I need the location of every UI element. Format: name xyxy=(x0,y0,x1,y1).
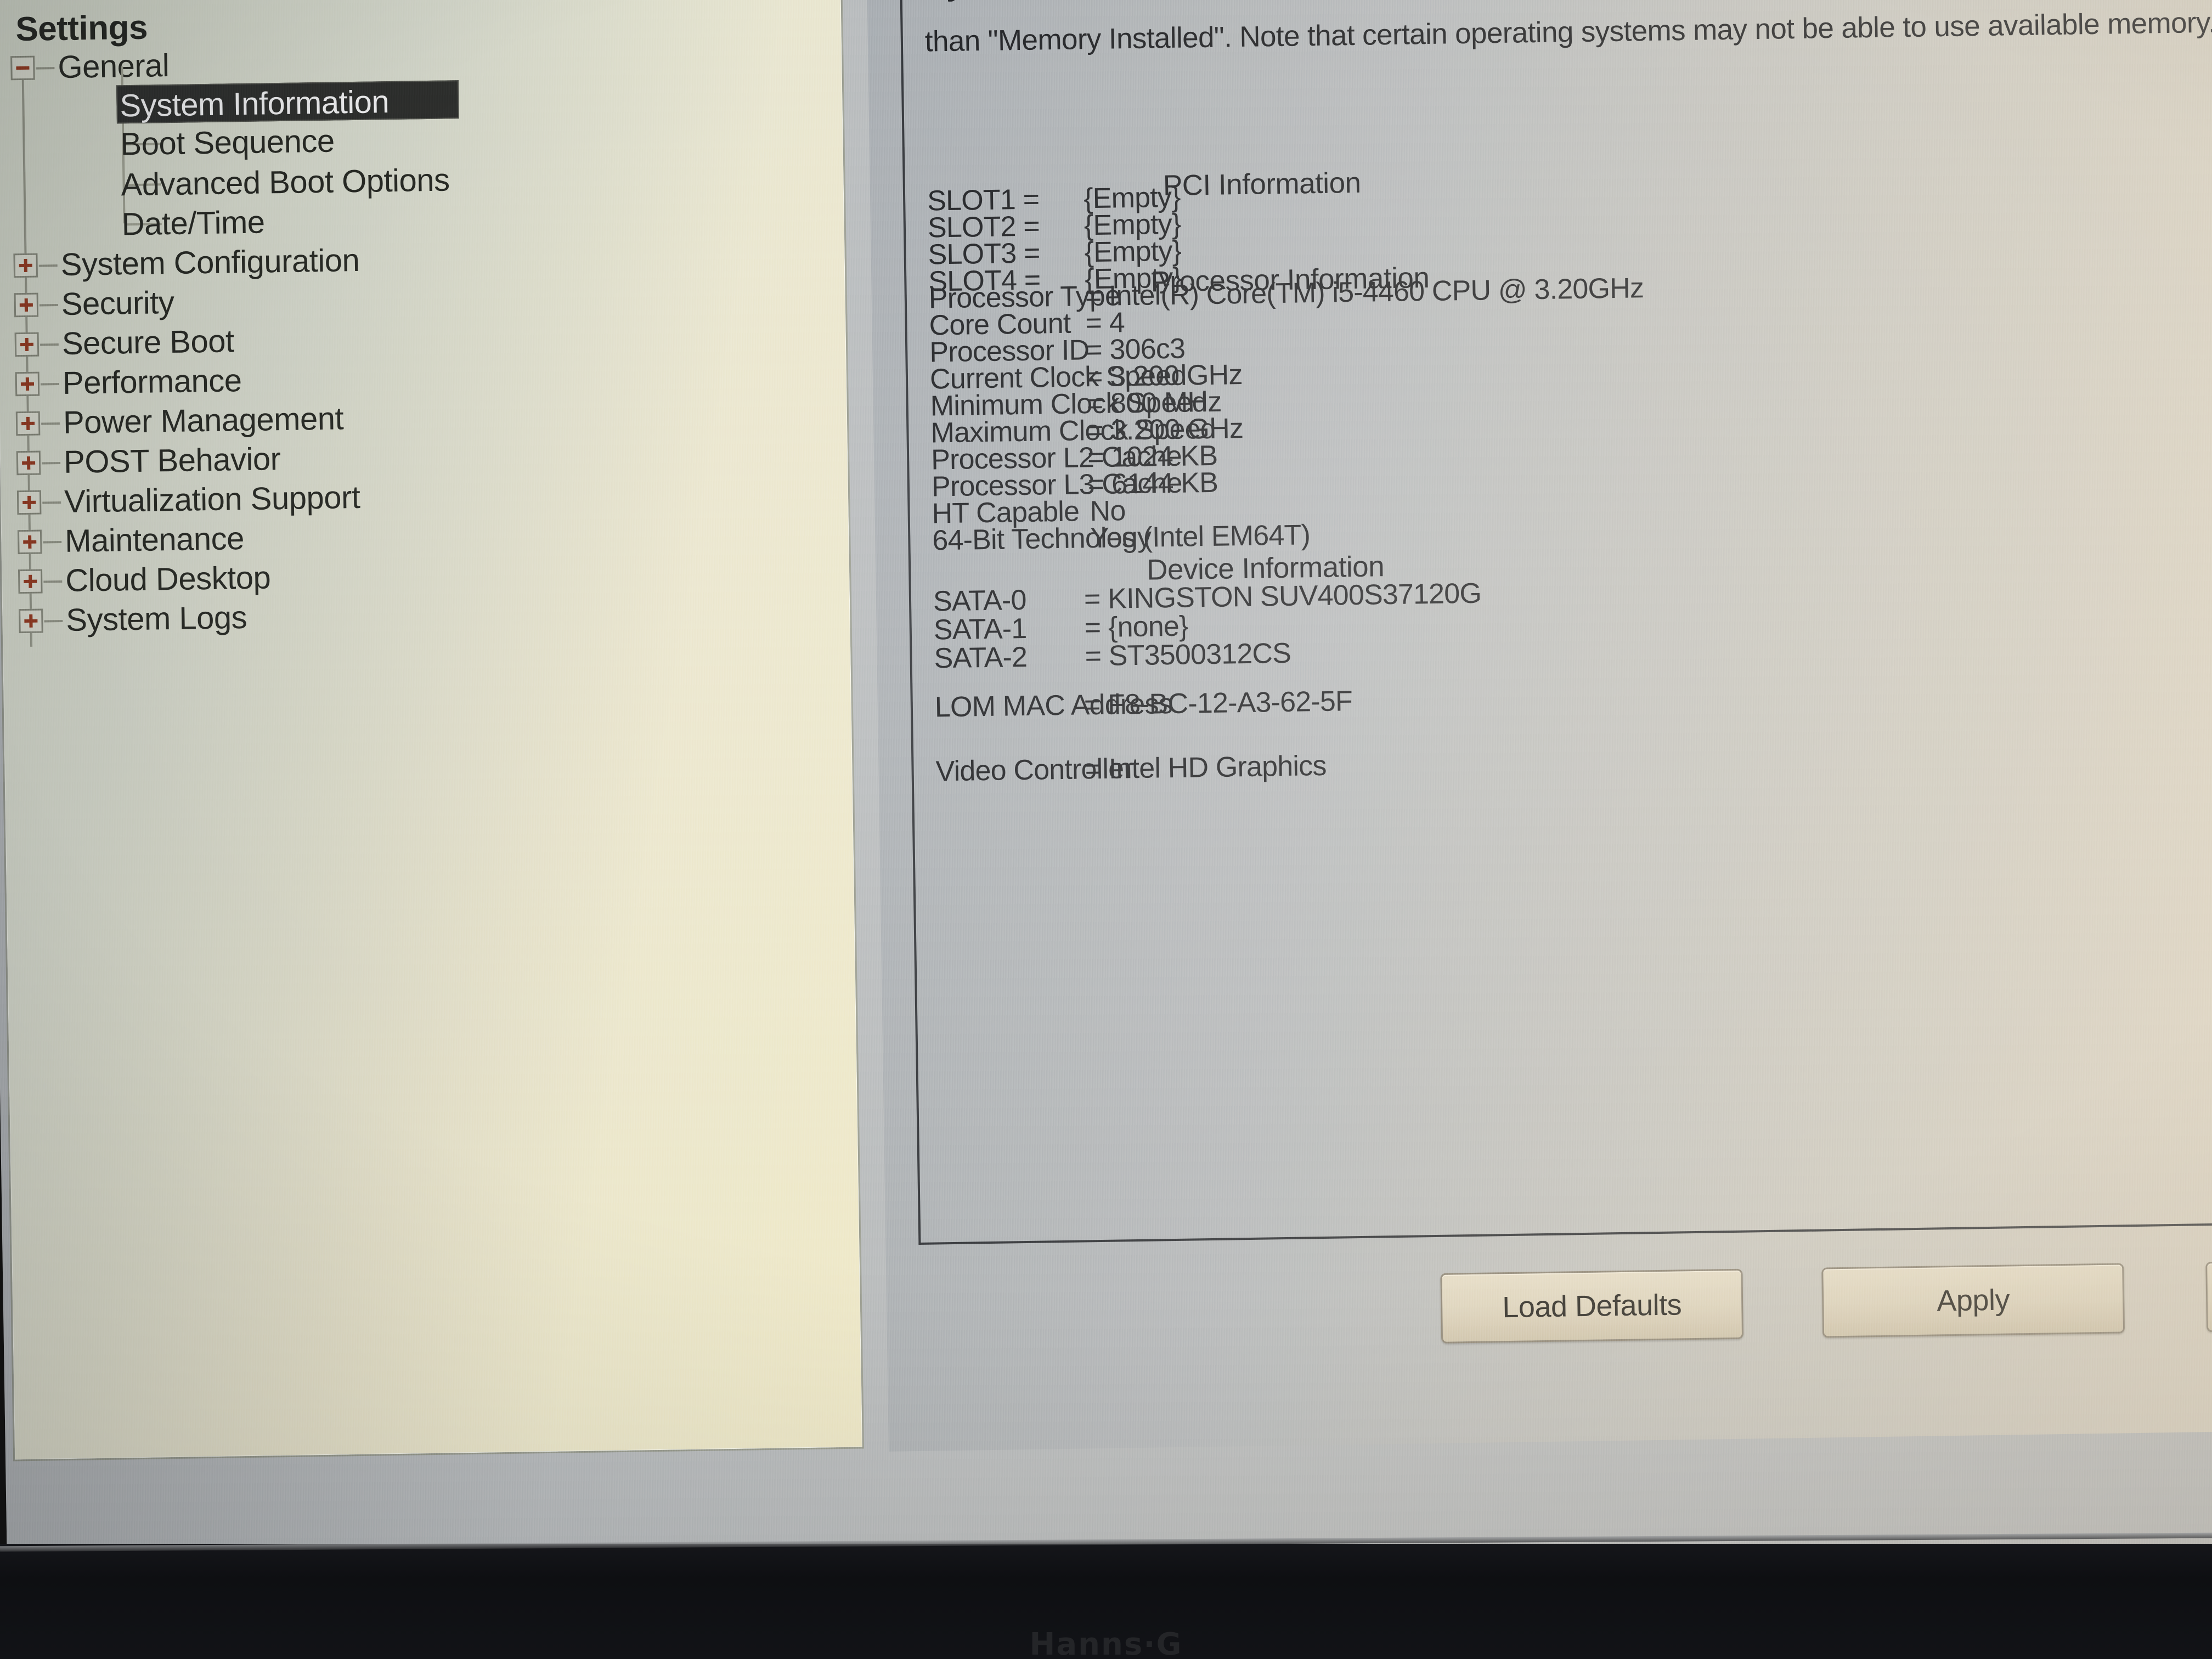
row-value: = Intel HD Graphics xyxy=(1085,749,1327,786)
sidebar-item-label: Advanced Boot Options xyxy=(121,162,450,203)
monitor-brand-logo: Hanns·G xyxy=(1029,1627,1183,1659)
sidebar-item-label: System Information xyxy=(119,84,390,124)
tree-connector xyxy=(43,541,62,544)
tree-connector xyxy=(39,304,58,307)
expand-plus-icon[interactable] xyxy=(14,332,40,357)
expand-plus-icon[interactable] xyxy=(18,569,43,594)
expand-plus-icon[interactable] xyxy=(15,411,41,436)
sidebar-item-label: Virtualization Support xyxy=(64,479,360,520)
load-defaults-button[interactable]: Load Defaults xyxy=(1440,1268,1744,1344)
button-bar: Load Defaults Apply xyxy=(886,1257,2212,1369)
expand-plus-icon[interactable] xyxy=(16,490,42,515)
device-information-rows: SATA-0 = KINGSTON SUV400S37120G SATA-1 =… xyxy=(933,565,2212,675)
page-title: Settings xyxy=(15,8,148,49)
processor-information-rows: Processor Type = Intel(R) Core(TM) i5-44… xyxy=(928,263,2212,556)
expand-plus-icon[interactable] xyxy=(16,450,41,476)
expand-plus-icon[interactable] xyxy=(13,253,38,278)
sidebar-item-label: System Configuration xyxy=(60,242,360,283)
lom-mac-row: LOM MAC Address = F8-BC-12-A3-62-5F xyxy=(934,671,2212,723)
row-value: Yes (Intel EM64T) xyxy=(1090,519,1311,555)
expand-plus-icon[interactable] xyxy=(15,371,40,397)
apply-button[interactable]: Apply xyxy=(1821,1263,2125,1338)
sidebar-item-label: Date/Time xyxy=(121,204,266,242)
sidebar-item-label: Boot Sequence xyxy=(120,123,335,162)
exit-button[interactable] xyxy=(2205,1257,2212,1333)
tree-connector xyxy=(44,619,63,623)
tree-connector xyxy=(43,580,63,583)
sidebar-item-label: Power Management xyxy=(63,400,344,441)
expand-plus-icon[interactable] xyxy=(14,292,39,318)
tree-connector xyxy=(40,343,59,346)
monitor-bezel: Hanns·G xyxy=(0,1532,2212,1659)
row-value: = F8-BC-12-A3-62-5F xyxy=(1084,685,1353,721)
tree-connector xyxy=(41,422,60,425)
row-key: SATA-2 xyxy=(934,641,1028,675)
memory-note-text: than "Memory Installed". Note that certa… xyxy=(924,6,2212,58)
video-controller-row: Video Controller = Intel HD Graphics xyxy=(935,735,2212,788)
settings-tree[interactable]: General System Information Boot Sequence… xyxy=(3,36,834,647)
tree-connector xyxy=(40,383,60,386)
sidebar-item-label: Maintenance xyxy=(64,521,245,559)
sidebar-item-label: Security xyxy=(61,284,174,322)
system-information-groupbox: System Information than "Memory Installe… xyxy=(900,0,2212,1245)
sidebar-item-label: System Logs xyxy=(65,600,247,638)
tree-connector xyxy=(36,67,55,70)
groupbox-legend: System Information xyxy=(917,0,1225,3)
sidebar-item-label: Secure Boot xyxy=(61,323,235,362)
row-value: = ST3500312CS xyxy=(1085,637,1291,673)
tree-connector xyxy=(42,462,61,465)
sidebar-item-label: Cloud Desktop xyxy=(65,560,271,599)
sidebar-item-label: POST Behavior xyxy=(63,441,281,480)
sidebar-item-label: General xyxy=(57,48,170,86)
bios-setup-window: Settings General System Information Boot… xyxy=(0,0,2212,1585)
sidebar-item-label: Performance xyxy=(62,363,242,401)
monitor-photo: Settings General System Information Boot… xyxy=(0,0,2212,1659)
tree-connector xyxy=(42,501,61,504)
expand-plus-icon[interactable] xyxy=(19,608,43,634)
content-panel: System Information than "Memory Installe… xyxy=(866,0,2212,1452)
settings-tree-panel: Settings General System Information Boot… xyxy=(0,0,864,1462)
collapse-minus-icon[interactable] xyxy=(10,55,35,81)
tree-connector xyxy=(38,264,58,267)
table-row: LOM MAC Address = F8-BC-12-A3-62-5F xyxy=(934,671,2212,723)
expand-plus-icon[interactable] xyxy=(17,529,42,555)
monitor-screen: Settings General System Information Boot… xyxy=(0,0,2212,1585)
table-row: Video Controller = Intel HD Graphics xyxy=(935,735,2212,788)
